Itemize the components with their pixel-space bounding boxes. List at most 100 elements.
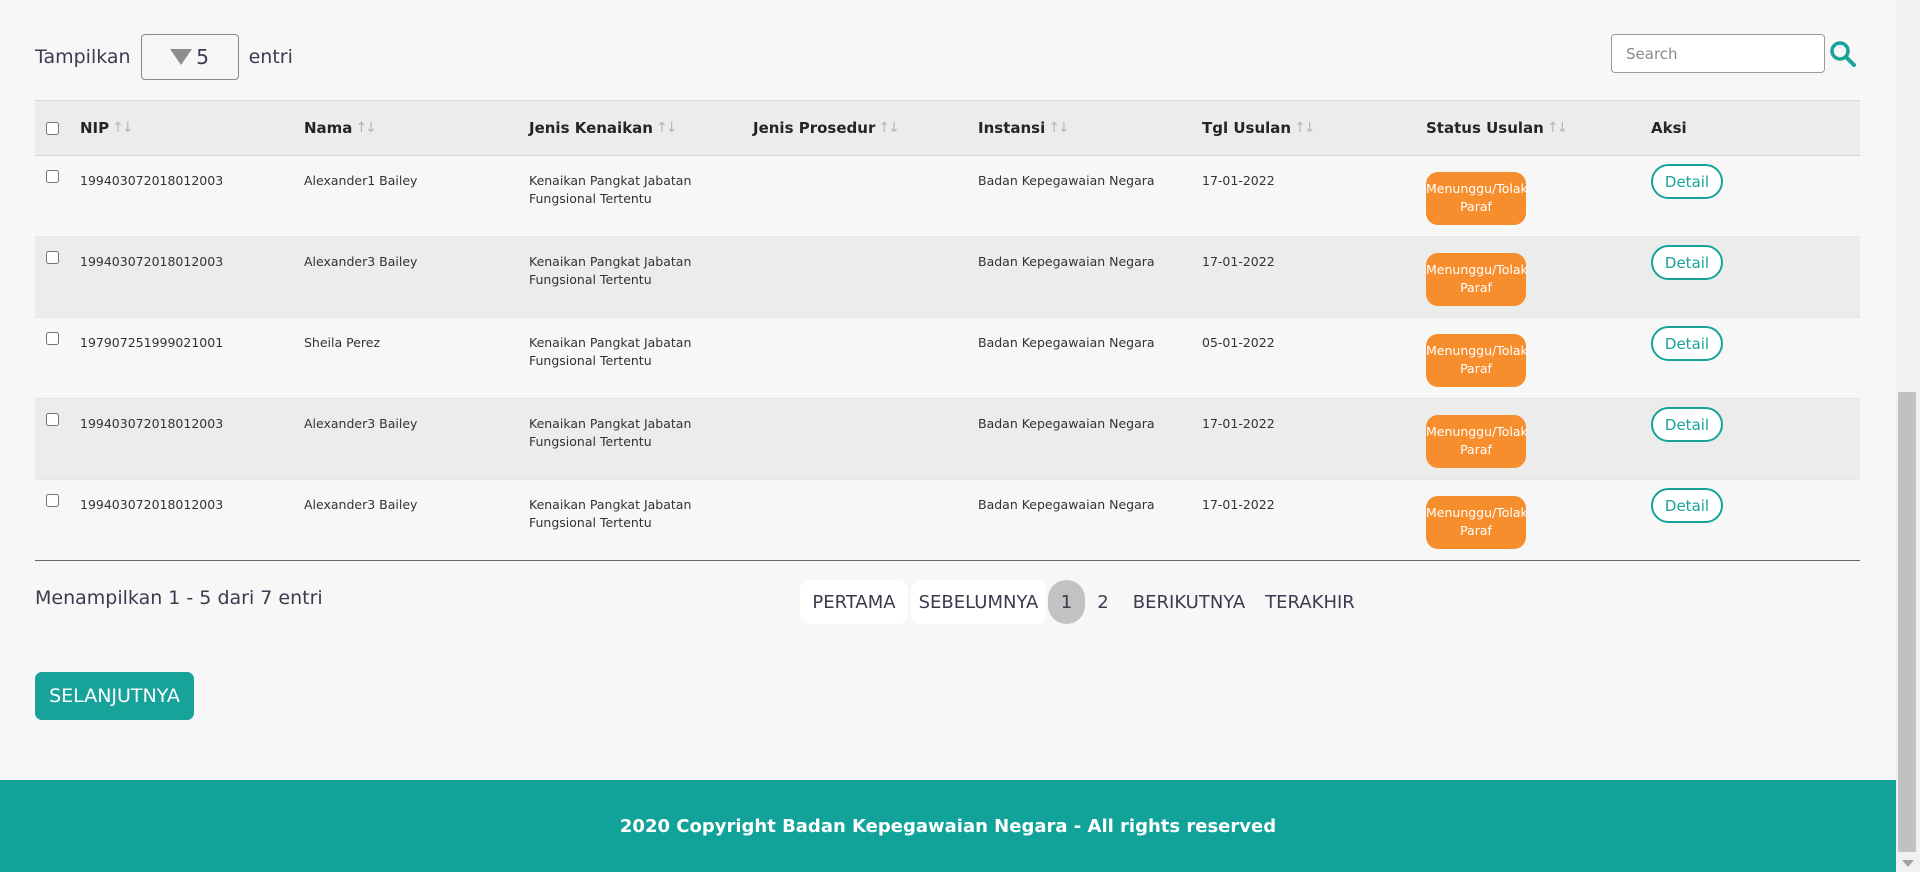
select-all-cell <box>46 101 59 155</box>
status-badge: Menunggu/Tolak Paraf <box>1426 334 1528 387</box>
sort-icon: ↑↓ <box>655 120 678 136</box>
search-icon[interactable] <box>1829 40 1857 68</box>
status-badge: Menunggu/Tolak Paraf <box>1426 496 1528 549</box>
status-line-1: Menunggu/Tolak <box>1426 181 1528 196</box>
cell-instansi: Badan Kepegawaian Negara <box>978 335 1155 350</box>
header-nama[interactable]: Nama ↑↓ <box>304 101 377 155</box>
cell-tgl-usulan: 17-01-2022 <box>1202 497 1275 512</box>
search-input[interactable] <box>1611 34 1825 73</box>
cell-instansi: Badan Kepegawaian Negara <box>978 254 1155 269</box>
status-badge: Menunggu/Tolak Paraf <box>1426 172 1528 225</box>
jenis-kenaikan-line-2: Fungsional Tertentu <box>529 191 652 206</box>
header-label: Instansi <box>978 119 1046 137</box>
sort-icon: ↑↓ <box>355 120 377 136</box>
sort-icon: ↑↓ <box>878 120 900 136</box>
sort-icon: ↑↓ <box>1294 120 1316 136</box>
detail-button[interactable]: Detail <box>1651 407 1723 442</box>
table-row: 197907251999021001 Sheila Perez Kenaikan… <box>35 318 1860 399</box>
cell-nip: 199403072018012003 <box>80 173 224 188</box>
status-line-2: Paraf <box>1460 199 1492 214</box>
table-row: 199403072018012003 Alexander3 Bailey Ken… <box>35 480 1860 561</box>
cell-jenis-kenaikan: Kenaikan Pangkat Jabatan Fungsional Tert… <box>529 334 691 370</box>
pagination-page[interactable]: 2 <box>1088 580 1118 624</box>
cell-nip: 199403072018012003 <box>80 497 224 512</box>
status-badge: Menunggu/Tolak Paraf <box>1426 253 1528 306</box>
sort-icon: ↑↓ <box>1546 120 1569 136</box>
pagination-info: Menampilkan 1 - 5 dari 7 entri <box>35 587 323 609</box>
cell-nip: 197907251999021001 <box>80 335 224 350</box>
header-label: Aksi <box>1651 119 1687 137</box>
main-content: Tampilkan 5 entri NIP↑↓ Nama↑↓ Jenis Ken… <box>0 0 1896 780</box>
sort-icon: ↑↓ <box>112 120 134 136</box>
cell-nama: Alexander3 Bailey <box>304 416 418 431</box>
cell-nama: Alexander1 Bailey <box>304 173 418 188</box>
status-line-2: Paraf <box>1460 280 1492 295</box>
jenis-kenaikan-line-2: Fungsional Tertentu <box>529 353 652 368</box>
jenis-kenaikan-line-2: Fungsional Tertentu <box>529 515 652 530</box>
usulan-table: NIP ↑↓ Nama ↑↓ Jenis Kenaikan ↑↓ Jenis Pros… <box>35 100 1860 561</box>
header-label: Status Usulan <box>1426 119 1544 137</box>
row-checkbox[interactable] <box>46 494 59 507</box>
pagination-first[interactable]: PERTAMA <box>800 580 908 624</box>
jenis-kenaikan-line-1: Kenaikan Pangkat Jabatan <box>529 497 692 512</box>
row-checkbox[interactable] <box>46 170 59 183</box>
header-jenis-kenaikan[interactable]: Jenis Kenaikan ↑↓ <box>529 101 678 155</box>
pagination-last[interactable]: TERAKHIR <box>1260 580 1360 624</box>
cell-tgl-usulan: 17-01-2022 <box>1202 254 1275 269</box>
entries-length-control: Tampilkan 5 entri <box>35 34 293 80</box>
header-jenis-prosedur[interactable]: Jenis Prosedur ↑↓ <box>753 101 900 155</box>
status-line-2: Paraf <box>1460 361 1492 376</box>
header-label: Jenis Kenaikan <box>529 119 653 137</box>
header-tgl-usulan[interactable]: Tgl Usulan ↑↓ <box>1202 101 1316 155</box>
table-row: 199403072018012003 Alexander3 Bailey Ken… <box>35 237 1860 318</box>
header-status-usulan[interactable]: Status Usulan ↑↓ <box>1426 101 1569 155</box>
sort-icon: ↑↓ <box>1048 120 1070 136</box>
row-checkbox[interactable] <box>46 251 59 264</box>
jenis-kenaikan-line-1: Kenaikan Pangkat Jabatan <box>529 254 692 269</box>
cell-nama: Alexander3 Bailey <box>304 497 418 512</box>
cell-nip: 199403072018012003 <box>80 254 224 269</box>
jenis-kenaikan-line-1: Kenaikan Pangkat Jabatan <box>529 173 692 188</box>
cell-tgl-usulan: 17-01-2022 <box>1202 173 1275 188</box>
jenis-kenaikan-line-1: Kenaikan Pangkat Jabatan <box>529 335 692 350</box>
detail-button[interactable]: Detail <box>1651 245 1723 280</box>
status-line-1: Menunggu/Tolak <box>1426 343 1528 358</box>
status-line-1: Menunggu/Tolak <box>1426 424 1528 439</box>
table-row: 199403072018012003 Alexander3 Bailey Ken… <box>35 399 1860 480</box>
jenis-kenaikan-line-2: Fungsional Tertentu <box>529 434 652 449</box>
header-nip[interactable]: NIP ↑↓ <box>80 101 134 155</box>
cell-jenis-kenaikan: Kenaikan Pangkat Jabatan Fungsional Tert… <box>529 172 691 208</box>
detail-button[interactable]: Detail <box>1651 488 1723 523</box>
status-line-1: Menunggu/Tolak <box>1426 505 1528 520</box>
status-badge: Menunggu/Tolak Paraf <box>1426 415 1528 468</box>
cell-jenis-kenaikan: Kenaikan Pangkat Jabatan Fungsional Tert… <box>529 415 691 451</box>
status-line-2: Paraf <box>1460 442 1492 457</box>
row-checkbox[interactable] <box>46 413 59 426</box>
cell-instansi: Badan Kepegawaian Negara <box>978 173 1155 188</box>
detail-button[interactable]: Detail <box>1651 164 1723 199</box>
entries-label: entri <box>248 46 293 68</box>
selanjutnya-button[interactable]: SELANJUTNYA <box>35 672 194 720</box>
cell-tgl-usulan: 05-01-2022 <box>1202 335 1275 350</box>
table-header: NIP ↑↓ Nama ↑↓ Jenis Kenaikan ↑↓ Jenis Pros… <box>35 100 1860 156</box>
pagination-page-current[interactable]: 1 <box>1048 580 1085 624</box>
table-row: 199403072018012003 Alexander1 Bailey Ken… <box>35 156 1860 237</box>
select-all-checkbox[interactable] <box>46 121 59 135</box>
scroll-down-arrow-icon[interactable] <box>1902 860 1914 867</box>
scrollbar-thumb[interactable] <box>1898 392 1916 852</box>
table-body: 199403072018012003 Alexander1 Bailey Ken… <box>35 156 1860 561</box>
row-checkbox[interactable] <box>46 332 59 345</box>
pagination-next[interactable]: BERIKUTNYA <box>1128 580 1250 624</box>
detail-button[interactable]: Detail <box>1651 326 1723 361</box>
status-line-1: Menunggu/Tolak <box>1426 262 1528 277</box>
cell-nama: Sheila Perez <box>304 335 381 350</box>
cell-tgl-usulan: 17-01-2022 <box>1202 416 1275 431</box>
entries-select[interactable]: 5 <box>140 34 239 80</box>
show-label: Tampilkan <box>35 46 131 68</box>
copyright-text: 2020 Copyright Badan Kepegawaian Negara … <box>619 815 1277 837</box>
header-label: Tgl Usulan <box>1202 119 1292 137</box>
header-instansi[interactable]: Instansi ↑↓ <box>978 101 1070 155</box>
caret-down-icon <box>170 49 193 65</box>
header-label: NIP <box>80 119 110 137</box>
pagination-prev[interactable]: SEBELUMNYA <box>911 580 1046 624</box>
